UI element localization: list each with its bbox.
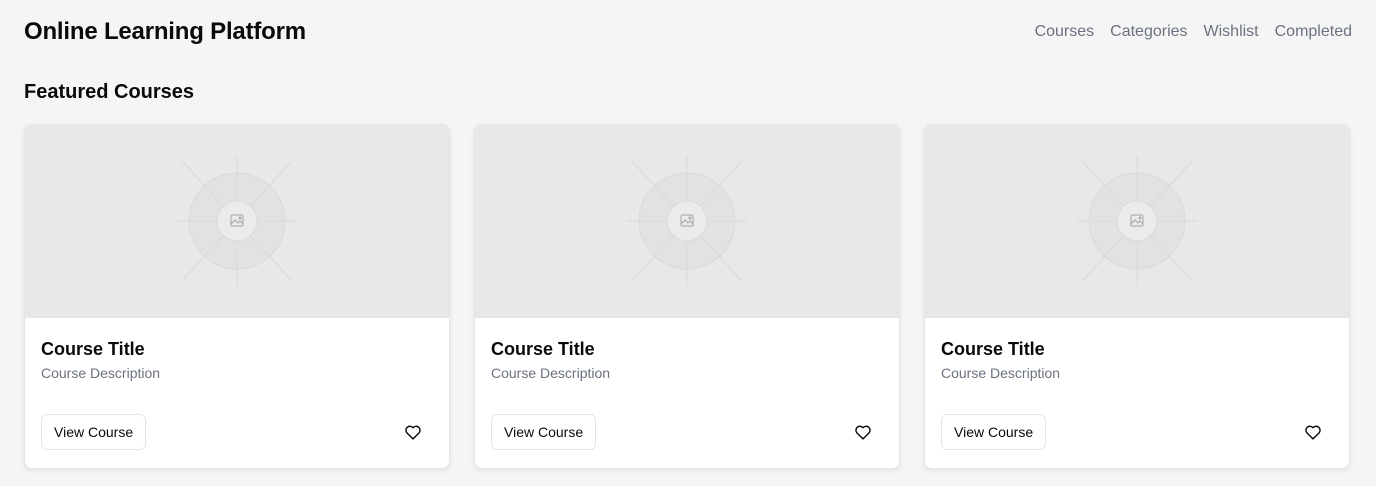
view-course-button[interactable]: View Course xyxy=(491,414,597,450)
course-thumbnail xyxy=(925,125,1349,318)
heart-icon xyxy=(1305,425,1321,440)
course-description: Course Description xyxy=(941,365,1061,381)
card-body: Course Title Course Description xyxy=(25,318,449,382)
wishlist-button[interactable] xyxy=(401,420,425,444)
main-nav: Courses Categories Wishlist Completed xyxy=(1035,23,1352,41)
nav-categories[interactable]: Categories xyxy=(1110,23,1187,41)
wishlist-button[interactable] xyxy=(1301,420,1325,444)
course-thumbnail xyxy=(475,125,899,318)
course-card: Course Title Course Description View Cou… xyxy=(924,124,1350,469)
card-body: Course Title Course Description xyxy=(475,318,899,382)
course-card: Course Title Course Description View Cou… xyxy=(24,124,450,469)
course-title: Course Title xyxy=(491,339,595,359)
card-body: Course Title Course Description xyxy=(925,318,1349,382)
site-header: Online Learning Platform Courses Categor… xyxy=(24,14,1352,50)
nav-wishlist[interactable]: Wishlist xyxy=(1204,23,1259,41)
view-course-button[interactable]: View Course xyxy=(41,414,147,450)
course-title: Course Title xyxy=(941,339,1045,359)
course-card-list: Course Title Course Description View Cou… xyxy=(24,124,1352,469)
card-footer: View Course xyxy=(41,414,425,450)
course-description: Course Description xyxy=(491,365,611,381)
card-footer: View Course xyxy=(941,414,1325,450)
card-footer: View Course xyxy=(491,414,875,450)
image-placeholder-icon xyxy=(627,156,747,286)
wishlist-button[interactable] xyxy=(851,420,875,444)
course-title: Course Title xyxy=(41,339,145,359)
heart-icon xyxy=(405,425,421,440)
course-description: Course Description xyxy=(41,365,161,381)
view-course-button[interactable]: View Course xyxy=(941,414,1047,450)
app-title: Online Learning Platform xyxy=(24,18,306,45)
image-placeholder-icon xyxy=(1077,156,1197,286)
course-card: Course Title Course Description View Cou… xyxy=(474,124,900,469)
nav-completed[interactable]: Completed xyxy=(1275,23,1352,41)
nav-courses[interactable]: Courses xyxy=(1035,23,1095,41)
featured-courses-heading: Featured Courses xyxy=(24,81,195,103)
course-thumbnail xyxy=(25,125,449,318)
heart-icon xyxy=(855,425,871,440)
image-placeholder-icon xyxy=(177,156,297,286)
